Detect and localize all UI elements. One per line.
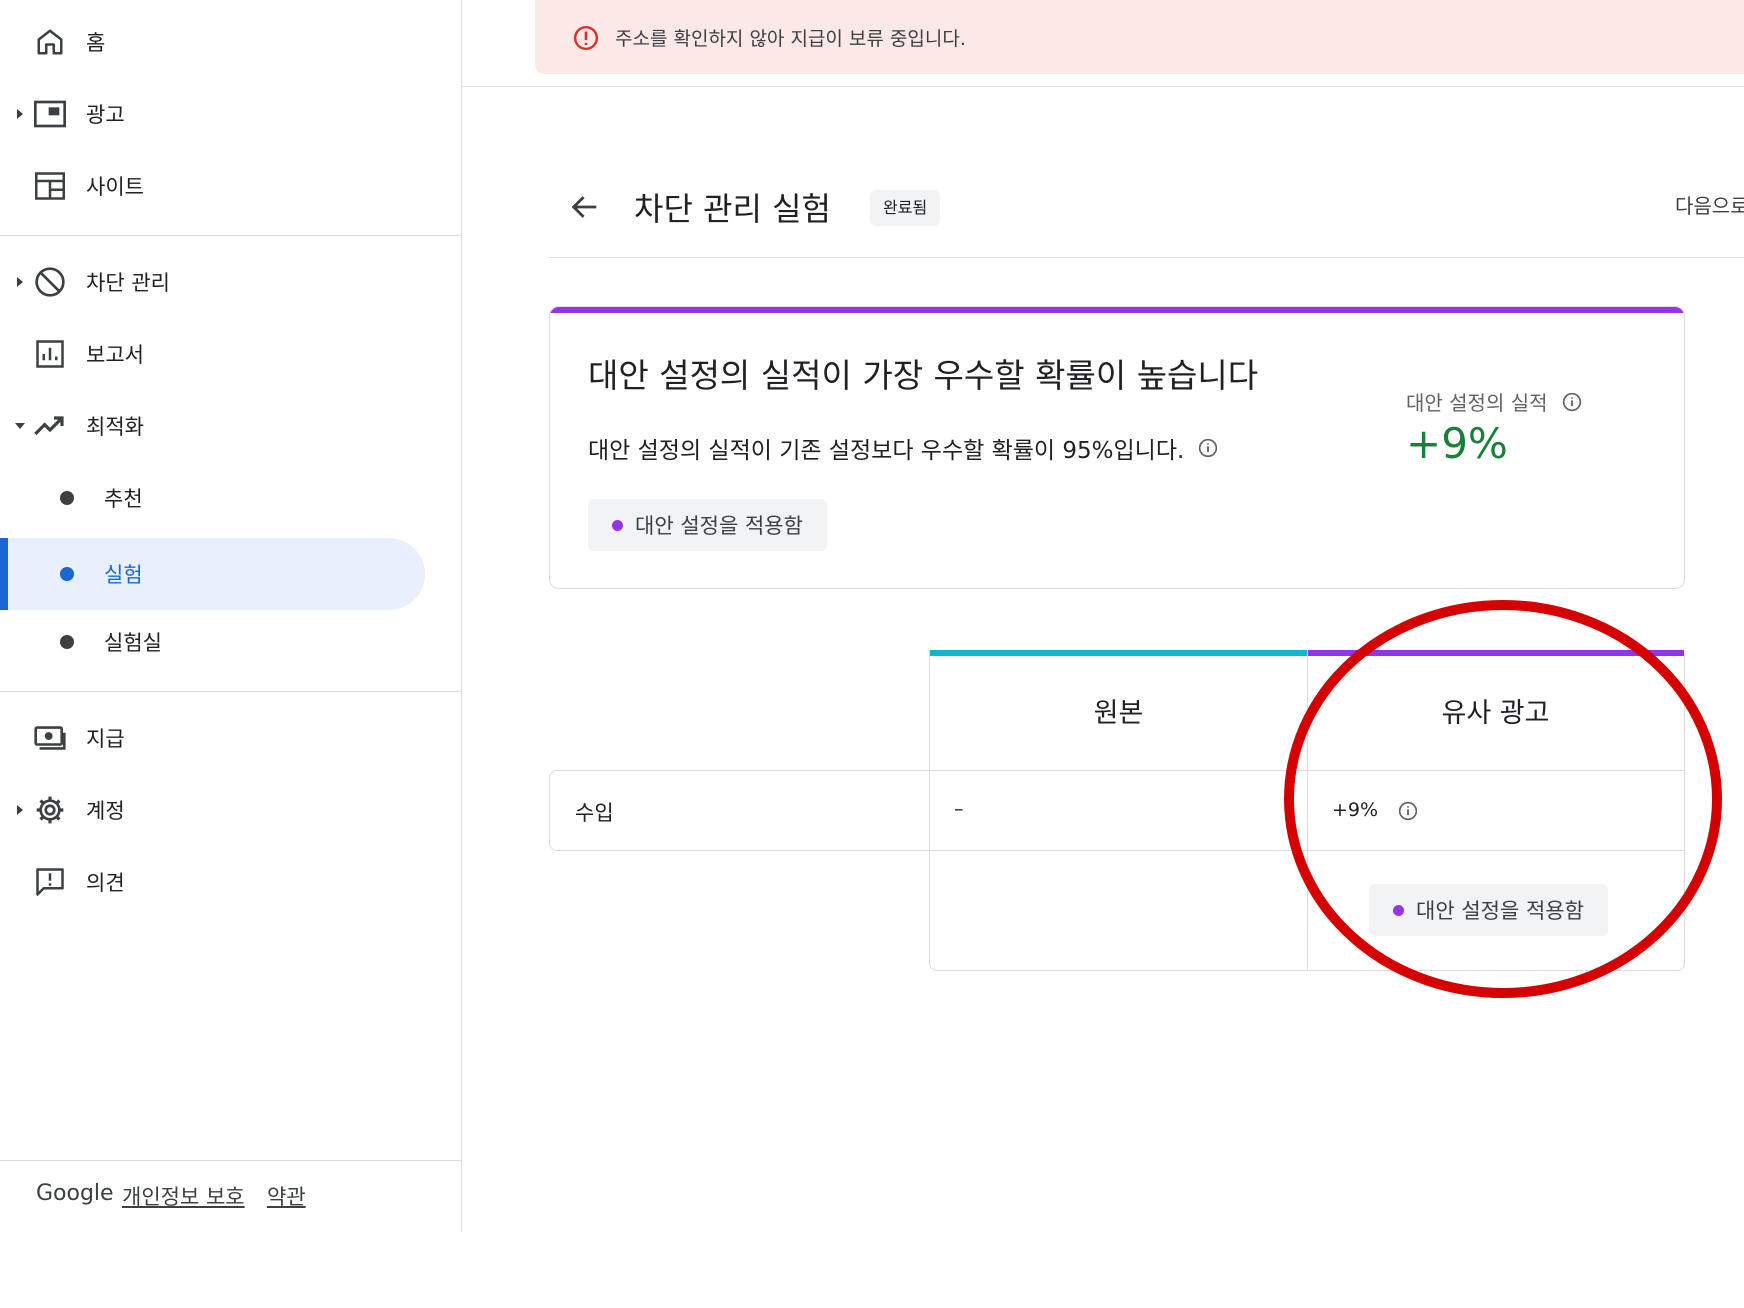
info-icon[interactable] <box>1562 392 1582 412</box>
button-label: 대안 설정을 적용함 <box>1416 899 1584 923</box>
caret-right-icon[interactable] <box>14 108 26 120</box>
info-icon[interactable] <box>1398 801 1418 821</box>
payment-hold-alert: 주소를 확인하지 않아 지급이 보류 중입니다. <box>535 0 1744 74</box>
page-title: 차단 관리 실험 <box>634 190 831 228</box>
cell-value: +9% <box>1332 799 1379 821</box>
nav-label: 보고서 <box>86 343 144 367</box>
nav-label: 홈 <box>86 31 106 55</box>
payments-icon <box>33 721 67 755</box>
nav-item-optimization[interactable]: 최적화 <box>0 394 461 458</box>
caret-down-icon[interactable] <box>14 420 26 432</box>
purple-dot-icon <box>1393 904 1404 916</box>
nav-label: 실험실 <box>104 631 162 655</box>
cell-value: – <box>954 798 964 820</box>
sidebar-footer: Google 개인정보 보호 약관 <box>0 1160 461 1233</box>
nav-label: 실험 <box>104 563 143 587</box>
result-description: 대안 설정의 실적이 기존 설정보다 우수할 확률이 95%입니다. <box>588 431 1218 465</box>
trending-up-icon <box>33 409 67 443</box>
metric-value: +9% <box>1406 419 1508 468</box>
divider <box>0 691 461 692</box>
info-icon[interactable] <box>1198 438 1218 458</box>
cell-variant-action: 대안 설정을 적용함 <box>1307 850 1685 971</box>
sites-icon <box>33 169 67 203</box>
nav-label: 차단 관리 <box>86 271 170 295</box>
ads-icon <box>33 97 67 131</box>
nav-item-reports[interactable]: 보고서 <box>0 322 461 386</box>
alert-text: 주소를 확인하지 않아 지급이 보류 중입니다. <box>615 28 966 50</box>
column-header-variant: 유사 광고 <box>1307 650 1685 770</box>
row-label-revenue: 수입 <box>549 770 929 851</box>
nav-label: 광고 <box>86 103 125 127</box>
accent-bar <box>550 307 1684 313</box>
terms-link[interactable]: 약관 <box>267 1181 306 1211</box>
caret-right-icon[interactable] <box>14 804 26 816</box>
divider <box>549 257 1744 258</box>
next-link[interactable]: 다음으로 <box>1675 190 1744 219</box>
cell-original-action <box>929 850 1308 971</box>
apply-alternative-button[interactable]: 대안 설정을 적용함 <box>588 499 827 551</box>
status-badge: 완료됨 <box>870 190 941 226</box>
nav-label: 계정 <box>86 799 125 823</box>
metric-label: 대안 설정의 실적 <box>1406 387 1582 416</box>
description-text: 대안 설정의 실적이 기존 설정보다 우수할 확률이 95%입니다. <box>588 438 1185 464</box>
bullet-icon <box>60 635 74 649</box>
reports-icon <box>33 337 67 371</box>
purple-dot-icon <box>612 519 623 531</box>
result-summary-card: 대안 설정의 실적이 가장 우수할 확률이 높습니다 대안 설정의 실적이 기존… <box>549 306 1685 589</box>
column-label: 유사 광고 <box>1441 697 1550 729</box>
feedback-icon <box>33 865 67 899</box>
back-arrow-icon[interactable] <box>568 190 602 224</box>
cell-variant-revenue: +9% <box>1307 770 1685 851</box>
sidebar: 홈 광고 사이트 차단 관리 보고서 최적화 추천 실험 실험실 지급 계정 의… <box>0 0 462 1232</box>
nav-label: 지급 <box>86 727 125 751</box>
nav-item-payments[interactable]: 지급 <box>0 706 461 770</box>
google-logo: Google <box>36 1181 114 1206</box>
nav-item-block-management[interactable]: 차단 관리 <box>0 250 461 314</box>
button-label: 대안 설정을 적용함 <box>635 514 803 538</box>
divider <box>0 235 461 236</box>
nav-item-account[interactable]: 계정 <box>0 778 461 842</box>
nav-label: 최적화 <box>86 415 144 439</box>
bullet-icon <box>60 567 74 581</box>
divider <box>461 86 1744 87</box>
error-icon <box>573 25 599 51</box>
block-icon <box>33 265 67 299</box>
nav-item-sites[interactable]: 사이트 <box>0 154 461 218</box>
nav-item-recommendations[interactable]: 추천 <box>0 466 461 530</box>
cell-original-revenue: – <box>929 770 1308 851</box>
bullet-icon <box>60 491 74 505</box>
metric-label-text: 대안 설정의 실적 <box>1406 391 1548 415</box>
nav-label: 추천 <box>104 487 143 511</box>
nav-item-feedback[interactable]: 의견 <box>0 850 461 914</box>
column-label: 원본 <box>1093 697 1144 729</box>
row-label: 수입 <box>575 801 614 825</box>
column-header-original: 원본 <box>929 650 1308 770</box>
gear-icon <box>33 793 67 827</box>
result-headline: 대안 설정의 실적이 가장 우수할 확률이 높습니다 <box>588 356 1259 395</box>
home-icon <box>33 25 67 59</box>
nav-item-ads[interactable]: 광고 <box>0 82 461 146</box>
nav-item-labs[interactable]: 실험실 <box>0 610 461 674</box>
privacy-link[interactable]: 개인정보 보호 <box>122 1181 245 1211</box>
nav-item-experiments[interactable]: 실험 <box>0 538 425 610</box>
nav-label: 사이트 <box>86 175 144 199</box>
caret-right-icon[interactable] <box>14 276 26 288</box>
apply-alternative-button[interactable]: 대안 설정을 적용함 <box>1369 884 1608 936</box>
nav-item-home[interactable]: 홈 <box>0 10 461 74</box>
nav-label: 의견 <box>86 871 125 895</box>
